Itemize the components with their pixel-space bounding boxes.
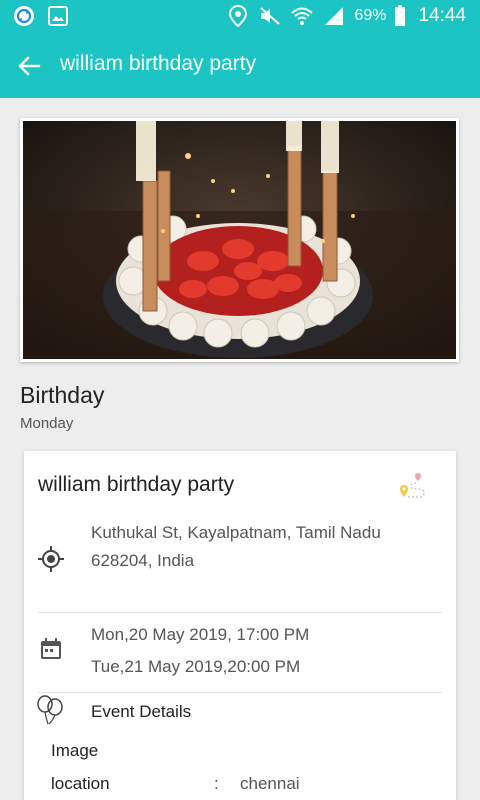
- app-bar: william birthday party: [0, 32, 480, 98]
- status-bar: 69% 14:44: [0, 0, 480, 32]
- arrow-back-icon: [18, 56, 41, 76]
- detail-separator: :: [214, 774, 219, 793]
- divider: [38, 612, 442, 613]
- battery-percent: 69%: [354, 7, 387, 24]
- event-card: william birthday party Kuthukal St, Kaya…: [24, 451, 456, 800]
- address-line-2: 628204, India: [91, 551, 195, 570]
- event-end-date: Tue,21 May 2019,20:00 PM: [91, 657, 301, 676]
- location-icon: [226, 4, 250, 28]
- balloons-icon: [37, 695, 63, 725]
- event-address: Kuthukal St, Kayalpatnam, Tamil Nadu 628…: [91, 519, 431, 575]
- detail-key-image: Image: [51, 741, 99, 760]
- signal-icon: [322, 4, 346, 28]
- event-title: william birthday party: [38, 473, 235, 496]
- address-line-1: Kuthukal St, Kayalpatnam, Tamil Nadu: [91, 523, 381, 542]
- event-type: Birthday: [20, 382, 105, 408]
- my-location-icon: [38, 546, 64, 572]
- sync-icon: [12, 4, 36, 28]
- event-start-date: Mon,20 May 2019, 17:00 PM: [91, 625, 310, 644]
- detail-value-location: chennai: [240, 774, 300, 793]
- event-image: [20, 118, 459, 362]
- clock: 14:44: [418, 5, 466, 26]
- mute-icon: [258, 4, 282, 28]
- event-day: Monday: [20, 415, 74, 432]
- map-route-icon[interactable]: [396, 471, 428, 503]
- back-button[interactable]: [14, 51, 44, 81]
- birthday-cake-photo: [23, 121, 456, 359]
- calendar-icon: [41, 638, 61, 659]
- event-details-heading: Event Details: [91, 702, 192, 721]
- battery-icon: [394, 4, 406, 28]
- wifi-icon: [290, 4, 314, 28]
- page-title: william birthday party: [60, 52, 257, 75]
- divider: [38, 692, 442, 693]
- detail-key-location: location: [51, 774, 110, 793]
- image-icon: [46, 4, 70, 28]
